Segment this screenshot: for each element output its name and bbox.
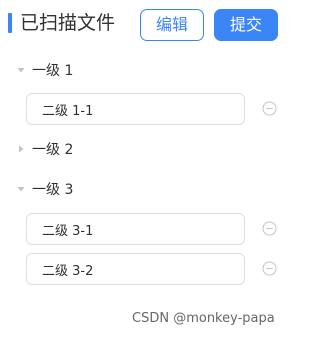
tree-node-label: 一级 3 <box>32 182 74 198</box>
tree-node-level1[interactable]: 一级 3 <box>16 178 73 200</box>
caret-down-icon[interactable] <box>16 184 26 194</box>
remove-circle-icon[interactable] <box>262 221 277 236</box>
tree-child-row <box>26 93 277 125</box>
tree-node-label: 一级 1 <box>32 63 74 79</box>
submit-button[interactable]: 提交 <box>214 9 278 41</box>
remove-circle-icon[interactable] <box>262 261 277 276</box>
caret-right-icon[interactable] <box>16 144 26 154</box>
tree-node-level1[interactable]: 一级 2 <box>16 138 73 160</box>
edit-button[interactable]: 编辑 <box>140 9 204 41</box>
caret-down-icon[interactable] <box>16 65 26 75</box>
title-accent-bar <box>8 13 12 33</box>
watermark: CSDN @monkey-papa <box>132 311 275 326</box>
remove-circle-icon[interactable] <box>262 101 277 116</box>
header: 已扫描文件 编辑 提交 <box>0 0 308 50</box>
child-name-input[interactable] <box>26 213 245 245</box>
tree-node-level1[interactable]: 一级 1 <box>16 59 73 81</box>
tree-child-row <box>26 213 277 245</box>
tree-node-label: 一级 2 <box>32 142 74 158</box>
child-name-input[interactable] <box>26 93 245 125</box>
child-name-input[interactable] <box>26 253 245 285</box>
page-title: 已扫描文件 <box>20 12 116 34</box>
tree-child-row <box>26 253 277 285</box>
